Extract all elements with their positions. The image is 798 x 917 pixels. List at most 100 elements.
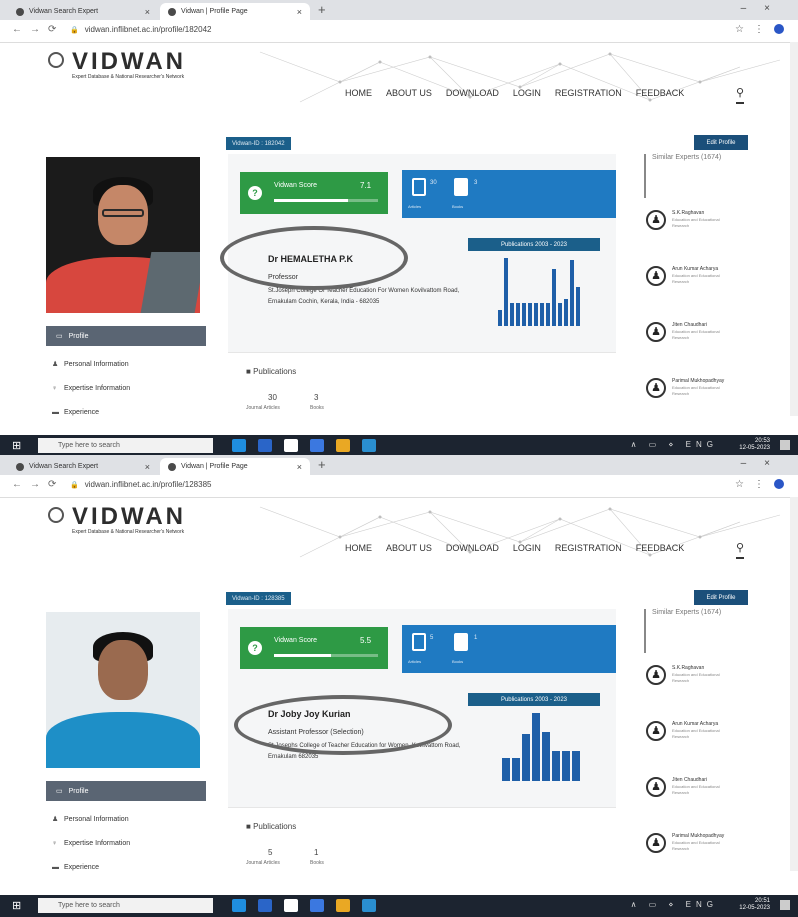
sidebar-item-profile[interactable]: ▭ Profile [46, 781, 206, 801]
notification-icon[interactable] [780, 440, 790, 450]
menu-item[interactable]: DOWNLOAD [446, 88, 499, 98]
files-icon[interactable] [258, 439, 272, 452]
browser-tools[interactable]: ☆⋮ [735, 479, 784, 490]
profile-icon[interactable] [774, 479, 784, 490]
profile-designation: Professor [268, 274, 298, 281]
menu-item[interactable]: REGISTRATION [555, 88, 622, 98]
store-icon[interactable] [310, 439, 324, 452]
system-tray-icons[interactable]: ∧ ▭ ⋄ ENG [631, 900, 718, 909]
browser-tab-active[interactable]: Vidwan | Profile Page × [160, 3, 310, 20]
edge-icon[interactable] [232, 439, 246, 452]
browser-tools[interactable]: ☆⋮ [735, 24, 784, 35]
histogram-bar [510, 303, 514, 326]
sidebar-item-experience[interactable]: ▬ Experience [52, 855, 130, 879]
menu-item[interactable]: LOGIN [513, 88, 541, 98]
chrome-icon[interactable] [336, 439, 350, 452]
menu-item[interactable]: ABOUT US [386, 88, 432, 98]
tab-title: Vidwan | Profile Page [181, 463, 248, 470]
sidebar-item-label: Experience [64, 408, 100, 416]
books-count: 1 [474, 635, 478, 641]
menu-item[interactable]: FEEDBACK [636, 88, 685, 98]
store-icon[interactable] [310, 899, 324, 912]
vidwan-id-badge: Vidwan-ID : 182042 [226, 137, 291, 150]
histogram-bar [570, 260, 574, 326]
sidebar-item-expertise[interactable]: ♀ Expertise Information [52, 831, 130, 855]
nav-buttons[interactable]: ←→⟳ [12, 479, 64, 490]
taskbar-search[interactable]: Type here to search [38, 438, 213, 453]
similar-experts-title: Similar Experts (1674) [644, 154, 760, 198]
expert-name: Parimal Mukhopadhyay [672, 378, 725, 384]
book-count: 1 [314, 848, 319, 857]
score-value: 5.5 [360, 636, 372, 645]
notification-icon[interactable] [780, 900, 790, 910]
sidebar-item-profile[interactable]: ▭ Profile [46, 326, 206, 346]
menu-item[interactable]: HOME [345, 88, 372, 98]
menu-item[interactable]: REGISTRATION [555, 543, 622, 553]
app-icon[interactable] [362, 899, 376, 912]
new-tab-icon[interactable]: + [318, 2, 326, 17]
windows-start-icon[interactable]: ⊞ [12, 440, 24, 452]
profile-name: Dr HEMALETHA P.K [268, 254, 354, 264]
edit-profile-button[interactable]: Edit Profile [694, 135, 748, 150]
windows-start-icon[interactable]: ⊞ [12, 900, 24, 912]
articles-count: 5 [430, 635, 434, 641]
window-controls[interactable]: –× [741, 458, 788, 469]
nav-buttons[interactable]: ←→⟳ [12, 24, 64, 35]
histogram-bar [542, 731, 550, 781]
screenshot-2: Vidwan Search Expert × Vidwan | Profile P… [0, 455, 798, 917]
user-avatar-icon: ♟ [646, 210, 666, 230]
expert-department: Education and Educational Research [672, 672, 720, 683]
chrome-icon[interactable] [336, 899, 350, 912]
profile-icon[interactable] [774, 24, 784, 35]
brand-tagline: Expert Database & National Researcher's … [72, 74, 185, 80]
scrollbar[interactable] [790, 497, 798, 871]
menu-item[interactable]: LOGIN [513, 543, 541, 553]
close-tab-icon[interactable]: × [145, 7, 150, 17]
window-controls[interactable]: –× [741, 3, 788, 14]
browser-tab-active[interactable]: Vidwan | Profile Page × [160, 458, 310, 475]
user-icon: ♟ [52, 816, 59, 823]
sidebar-item-personal[interactable]: ♟ Personal Information [52, 352, 130, 376]
search-icon[interactable]: ⚲ [736, 86, 745, 104]
files-icon[interactable] [258, 899, 272, 912]
menu-item[interactable]: ABOUT US [386, 543, 432, 553]
sidebar-item-label: Profile [68, 787, 89, 795]
sidebar-item-personal[interactable]: ♟ Personal Information [52, 807, 130, 831]
browser-tab[interactable]: Vidwan Search Expert × [8, 458, 158, 475]
app-icon[interactable] [362, 439, 376, 452]
browser-tab[interactable]: Vidwan Search Expert × [8, 3, 158, 20]
menu-item[interactable]: DOWNLOAD [446, 543, 499, 553]
publication-counts-card: 30 Articles 3 Books [402, 170, 616, 218]
publications-section: ■ Publications 30 Journal Articles 3 Boo… [228, 352, 616, 443]
address-bar[interactable]: 🔒 vidwan.inflibnet.ac.in/profile/128385 [70, 480, 211, 489]
book-label: Books [310, 405, 324, 411]
system-tray-icons[interactable]: ∧ ▭ ⋄ ENG [631, 440, 718, 449]
sidebar-item-experience[interactable]: ▬ Experience [52, 400, 130, 424]
publications-histogram [490, 254, 590, 326]
books-count: 3 [474, 180, 478, 186]
histogram-bar [534, 303, 538, 326]
mail-icon[interactable] [284, 439, 298, 452]
search-icon[interactable]: ⚲ [736, 541, 745, 559]
close-tab-icon[interactable]: × [297, 7, 302, 17]
profile-name: Dr Joby Joy Kurian [268, 709, 351, 719]
taskbar-apps [232, 439, 376, 452]
sidebar-item-expertise[interactable]: ♀ Expertise Information [52, 376, 130, 400]
tab-title: Vidwan Search Expert [29, 8, 99, 15]
mail-icon[interactable] [284, 899, 298, 912]
sidebar-item-label: Expertise Information [64, 384, 131, 392]
taskbar-search[interactable]: Type here to search [38, 898, 213, 913]
edit-profile-button[interactable]: Edit Profile [694, 590, 748, 605]
menu-item[interactable]: FEEDBACK [636, 543, 685, 553]
close-tab-icon[interactable]: × [297, 462, 302, 472]
edge-icon[interactable] [232, 899, 246, 912]
scrollbar[interactable] [790, 42, 798, 416]
close-tab-icon[interactable]: × [145, 462, 150, 472]
menu-item[interactable]: HOME [345, 543, 372, 553]
favicon-icon [168, 7, 176, 16]
bulb-icon: ♀ [52, 384, 58, 392]
books-label: Books [452, 204, 464, 209]
expert-department: Education and Educational Research [672, 329, 720, 340]
address-bar[interactable]: 🔒 vidwan.inflibnet.ac.in/profile/182042 [70, 25, 211, 34]
new-tab-icon[interactable]: + [318, 457, 326, 472]
